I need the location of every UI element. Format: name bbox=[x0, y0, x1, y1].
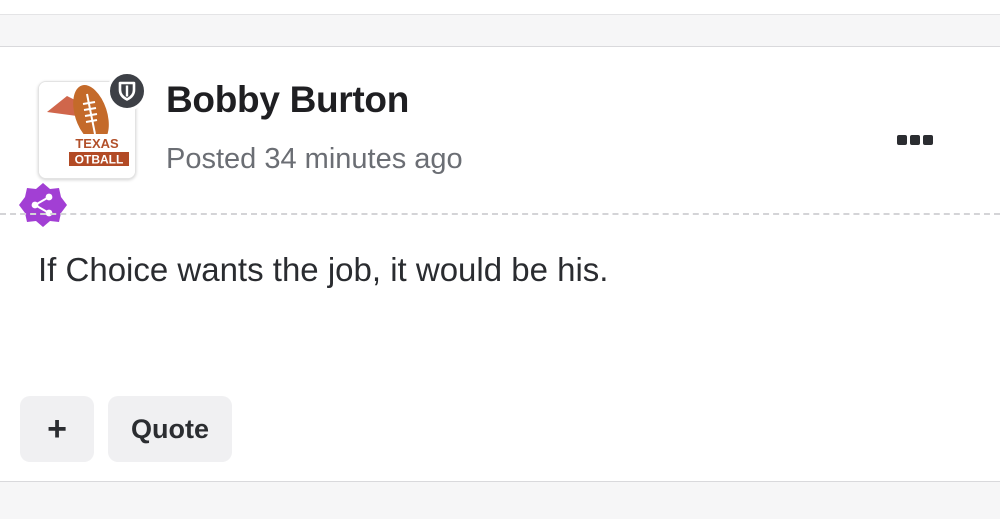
author-name[interactable]: Bobby Burton bbox=[166, 79, 409, 121]
ellipsis-icon-dot bbox=[923, 135, 933, 145]
post-card: TEXAS OTBALL Bobby Burton Posted 34 minu… bbox=[0, 46, 1000, 482]
previous-post-card-bottom bbox=[0, 0, 1000, 15]
avatar-logo-text-2: OTBALL bbox=[75, 153, 124, 167]
more-options-button[interactable] bbox=[890, 125, 940, 155]
ellipsis-icon-dot bbox=[910, 135, 920, 145]
react-plus-button[interactable]: + bbox=[20, 396, 94, 462]
share-badge bbox=[18, 181, 68, 229]
shield-icon bbox=[118, 81, 136, 101]
ellipsis-icon-dot bbox=[897, 135, 907, 145]
share-icon bbox=[19, 183, 67, 227]
post-body-text: If Choice wants the job, it would be his… bbox=[38, 251, 609, 288]
previous-post-edge bbox=[0, 0, 1000, 46]
avatar-logo-text-1: TEXAS bbox=[75, 136, 119, 151]
author-avatar-group[interactable]: TEXAS OTBALL bbox=[18, 71, 150, 229]
moderator-badge bbox=[107, 71, 147, 111]
page-background-bottom bbox=[0, 482, 1000, 519]
quote-button[interactable]: Quote bbox=[108, 396, 232, 462]
post-header-divider bbox=[0, 213, 1000, 215]
post-timestamp[interactable]: Posted 34 minutes ago bbox=[166, 143, 463, 176]
